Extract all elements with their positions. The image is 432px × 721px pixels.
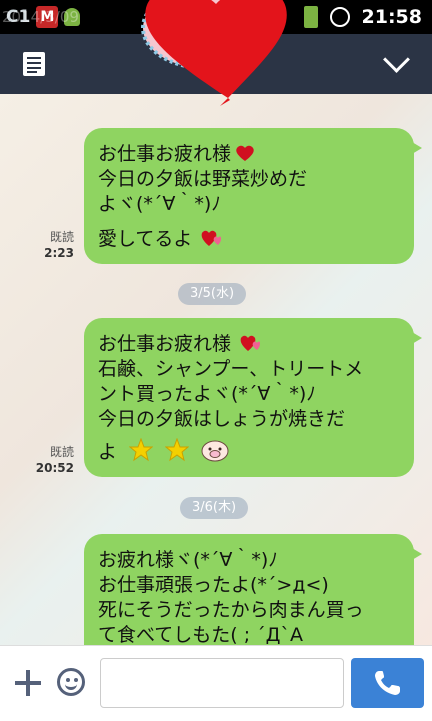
message-bubble[interactable]: お仕事お疲れ様 石鹸、シャンプー、トリートメ ント買ったよヾ(*´∀｀*)ﾉ 今… bbox=[84, 318, 422, 477]
message-line: 死にそうだったから肉まん買っ bbox=[98, 599, 364, 621]
message-line: て食べてしもた( ; ´Д`A bbox=[98, 624, 303, 645]
message-bubble[interactable]: お仕事お疲れ様 今日の夕飯は野菜炒めだ よヾ(*´∀｀*)ﾉ 愛してるよ bbox=[84, 128, 422, 264]
message-line: お仕事お疲れ様 bbox=[98, 333, 232, 355]
message-line: お疲れ様ヾ(*´∀｀*)ﾉ bbox=[98, 549, 278, 571]
hearts-icon bbox=[202, 230, 222, 246]
message-line: 石鹸、シャンプー、トリートメ bbox=[98, 358, 364, 380]
phone-icon bbox=[375, 671, 400, 695]
chevron-down-icon[interactable] bbox=[383, 46, 410, 73]
read-label: 既読 bbox=[49, 230, 74, 244]
heart-icon bbox=[236, 145, 254, 161]
message-meta: 既読 2:23 bbox=[14, 229, 74, 261]
message-time: 20:52 bbox=[35, 461, 74, 475]
star-icon bbox=[129, 438, 154, 462]
smile-icon[interactable] bbox=[57, 668, 85, 696]
message-time: 2:23 bbox=[44, 246, 74, 260]
message-line: 今日の夕飯は野菜炒めだ bbox=[98, 168, 308, 190]
battery-icon bbox=[303, 6, 318, 28]
message-line: お仕事頑張ったよ(*´>д<) bbox=[98, 574, 329, 596]
plus-icon[interactable] bbox=[15, 670, 41, 696]
call-button[interactable] bbox=[351, 658, 424, 708]
message-input[interactable] bbox=[100, 658, 344, 708]
alarm-icon bbox=[329, 7, 350, 27]
message-meta: 既読 20:52 bbox=[14, 444, 74, 476]
star-icon bbox=[165, 438, 190, 462]
read-label: 既読 bbox=[49, 445, 74, 459]
notes-icon[interactable] bbox=[23, 52, 45, 76]
chat-area[interactable]: 既読 2:23 お仕事お疲れ様 今日の夕飯は野菜炒めだ よヾ(*´∀｀*)ﾉ 愛… bbox=[0, 94, 432, 645]
date-overlay: 2014/3/09 bbox=[2, 8, 79, 26]
date-separator: 3/6(木) bbox=[180, 497, 249, 519]
avatar[interactable] bbox=[130, 0, 300, 120]
message-line: ント買ったよヾ(*´∀｀*)ﾉ bbox=[98, 383, 316, 405]
input-bar bbox=[0, 645, 432, 721]
message-line: よ bbox=[98, 441, 118, 463]
message-line: よヾ(*´∀｀*)ﾉ bbox=[98, 193, 221, 215]
message-line: 愛してるよ bbox=[98, 228, 193, 250]
message-bubble[interactable]: お疲れ様ヾ(*´∀｀*)ﾉ お仕事頑張ったよ(*´>д<) 死にそうだったから肉… bbox=[84, 534, 422, 645]
message-line: お仕事お疲れ様 bbox=[98, 143, 232, 165]
message-line: 今日の夕飯はしょうが焼きだ bbox=[98, 408, 346, 430]
clock: 21:58 bbox=[361, 6, 422, 28]
pig-icon bbox=[201, 440, 229, 462]
hearts-icon bbox=[240, 335, 261, 351]
date-separator: 3/5(水) bbox=[178, 283, 247, 305]
